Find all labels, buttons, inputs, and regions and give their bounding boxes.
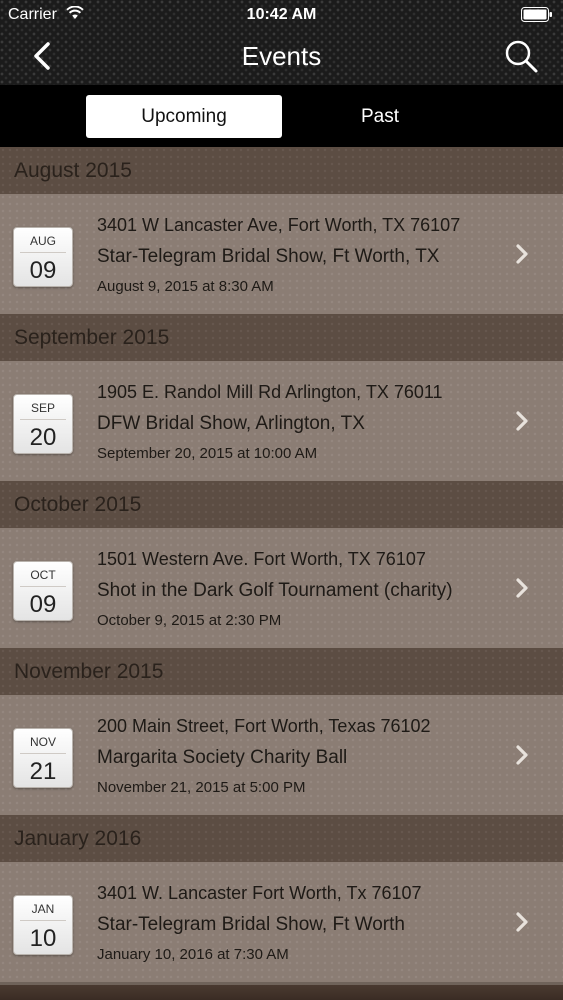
next-section-edge <box>0 985 563 1000</box>
date-badge: JAN 10 <box>13 895 73 955</box>
date-day: 09 <box>29 257 57 284</box>
event-address: 3401 W. Lancaster Fort Worth, Tx 76107 <box>97 883 422 903</box>
section-header: October 2015 <box>0 481 563 528</box>
event-address: 200 Main Street, Fort Worth, Texas 76102 <box>97 716 431 736</box>
date-badge: SEP 20 <box>13 394 73 454</box>
event-title: Star-Telegram Bridal Show, Ft Worth <box>97 914 405 935</box>
event-address: 3401 W Lancaster Ave, Fort Worth, TX 761… <box>97 215 461 235</box>
date-day: 09 <box>29 591 57 618</box>
event-title: Star-Telegram Bridal Show, Ft Worth, TX <box>97 246 440 267</box>
events-screen: Carrier 10:42 AM Events Upcoming Past Au… <box>0 0 563 1000</box>
section-header: September 2015 <box>0 314 563 361</box>
status-time: 10:42 AM <box>246 6 317 23</box>
event-datetime: November 21, 2015 at 5:00 PM <box>97 779 306 796</box>
chevron-right-icon <box>516 745 528 765</box>
date-month: AUG <box>20 228 66 253</box>
events-list: August 2015 AUG 09 3401 W Lancaster Ave,… <box>0 147 563 982</box>
date-day: 21 <box>29 758 57 785</box>
date-badge: NOV 21 <box>13 728 73 788</box>
tab-upcoming[interactable]: Upcoming <box>86 95 282 138</box>
event-title: Margarita Society Charity Ball <box>97 747 348 768</box>
event-title: Shot in the Dark Golf Tournament (charit… <box>97 580 453 601</box>
segmented-control: Upcoming Past <box>0 85 563 147</box>
event-row[interactable]: AUG 09 3401 W Lancaster Ave, Fort Worth,… <box>0 194 563 314</box>
event-datetime: October 9, 2015 at 2:30 PM <box>97 612 282 629</box>
event-row[interactable]: JAN 10 3401 W. Lancaster Fort Worth, Tx … <box>0 862 563 982</box>
chevron-right-icon <box>516 578 528 598</box>
date-badge: AUG 09 <box>13 227 73 287</box>
event-row[interactable]: SEP 20 1905 E. Randol Mill Rd Arlington,… <box>0 361 563 481</box>
search-icon[interactable] <box>503 38 539 74</box>
date-day: 10 <box>29 925 57 952</box>
event-row[interactable]: OCT 09 1501 Western Ave. Fort Worth, TX … <box>0 528 563 648</box>
status-bar: Carrier 10:42 AM <box>0 0 563 30</box>
tab-past[interactable]: Past <box>282 95 478 138</box>
event-datetime: January 10, 2016 at 7:30 AM <box>97 946 289 963</box>
battery-icon <box>521 7 552 22</box>
page-title: Events <box>241 41 322 71</box>
event-datetime: August 9, 2015 at 8:30 AM <box>97 278 274 295</box>
date-month: SEP <box>20 395 66 420</box>
chevron-right-icon <box>516 912 528 932</box>
date-month: JAN <box>20 896 66 921</box>
event-address: 1501 Western Ave. Fort Worth, TX 76107 <box>97 549 426 569</box>
event-datetime: September 20, 2015 at 10:00 AM <box>97 445 318 462</box>
date-badge: OCT 09 <box>13 561 73 621</box>
date-month: NOV <box>20 729 66 754</box>
date-day: 20 <box>29 424 57 451</box>
section-header: August 2015 <box>0 147 563 194</box>
section-header: January 2016 <box>0 815 563 862</box>
event-address: 1905 E. Randol Mill Rd Arlington, TX 760… <box>97 382 443 402</box>
navigation-bar: Carrier 10:42 AM Events <box>0 0 563 85</box>
event-row[interactable]: NOV 21 200 Main Street, Fort Worth, Texa… <box>0 695 563 815</box>
chevron-right-icon <box>516 244 528 264</box>
chevron-right-icon <box>516 411 528 431</box>
section-header: November 2015 <box>0 648 563 695</box>
date-month: OCT <box>20 562 66 587</box>
event-title: DFW Bridal Show, Arlington, TX <box>97 413 365 434</box>
